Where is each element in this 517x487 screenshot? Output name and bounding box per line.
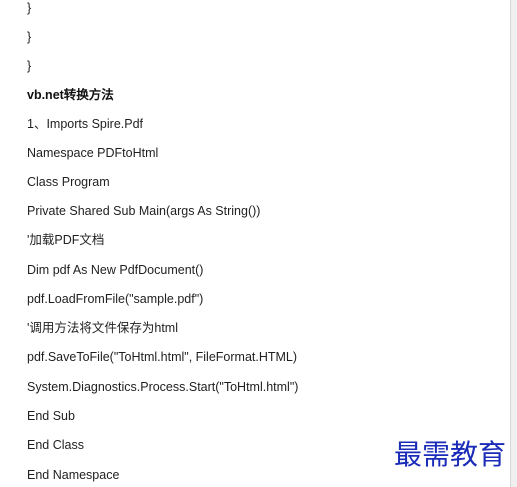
code-line-class: Class Program <box>27 175 110 189</box>
code-comment-load: '加载PDF文档 <box>27 233 105 247</box>
code-line-end-sub: End Sub <box>27 409 75 423</box>
code-line-main: Private Shared Sub Main(args As String()… <box>27 204 261 218</box>
code-line-new-document: Dim pdf As New PdfDocument() <box>27 263 204 277</box>
closing-brace-line: } <box>27 1 32 15</box>
code-line-load-from-file: pdf.LoadFromFile("sample.pdf") <box>27 292 204 306</box>
code-line-end-class: End Class <box>27 438 84 452</box>
closing-brace-line: } <box>27 30 32 44</box>
code-line-end-namespace: End Namespace <box>27 468 120 482</box>
section-heading: vb.net转换方法 <box>27 88 114 102</box>
code-comment-save: '调用方法将文件保存为html <box>27 321 179 335</box>
code-line-namespace: Namespace PDFtoHtml <box>27 146 159 160</box>
code-line-save-to-file: pdf.SaveToFile("ToHtml.html", FileFormat… <box>27 350 298 364</box>
scrollbar-edge[interactable] <box>510 0 517 487</box>
watermark-logo: 最需教育 <box>394 438 507 471</box>
code-line-process-start: System.Diagnostics.Process.Start("ToHtml… <box>27 380 299 394</box>
code-line-imports: 1、Imports Spire.Pdf <box>27 117 144 131</box>
closing-brace-line: } <box>27 59 32 73</box>
document-page: } } } vb.net转换方法 1、Imports Spire.Pdf Nam… <box>0 0 511 487</box>
